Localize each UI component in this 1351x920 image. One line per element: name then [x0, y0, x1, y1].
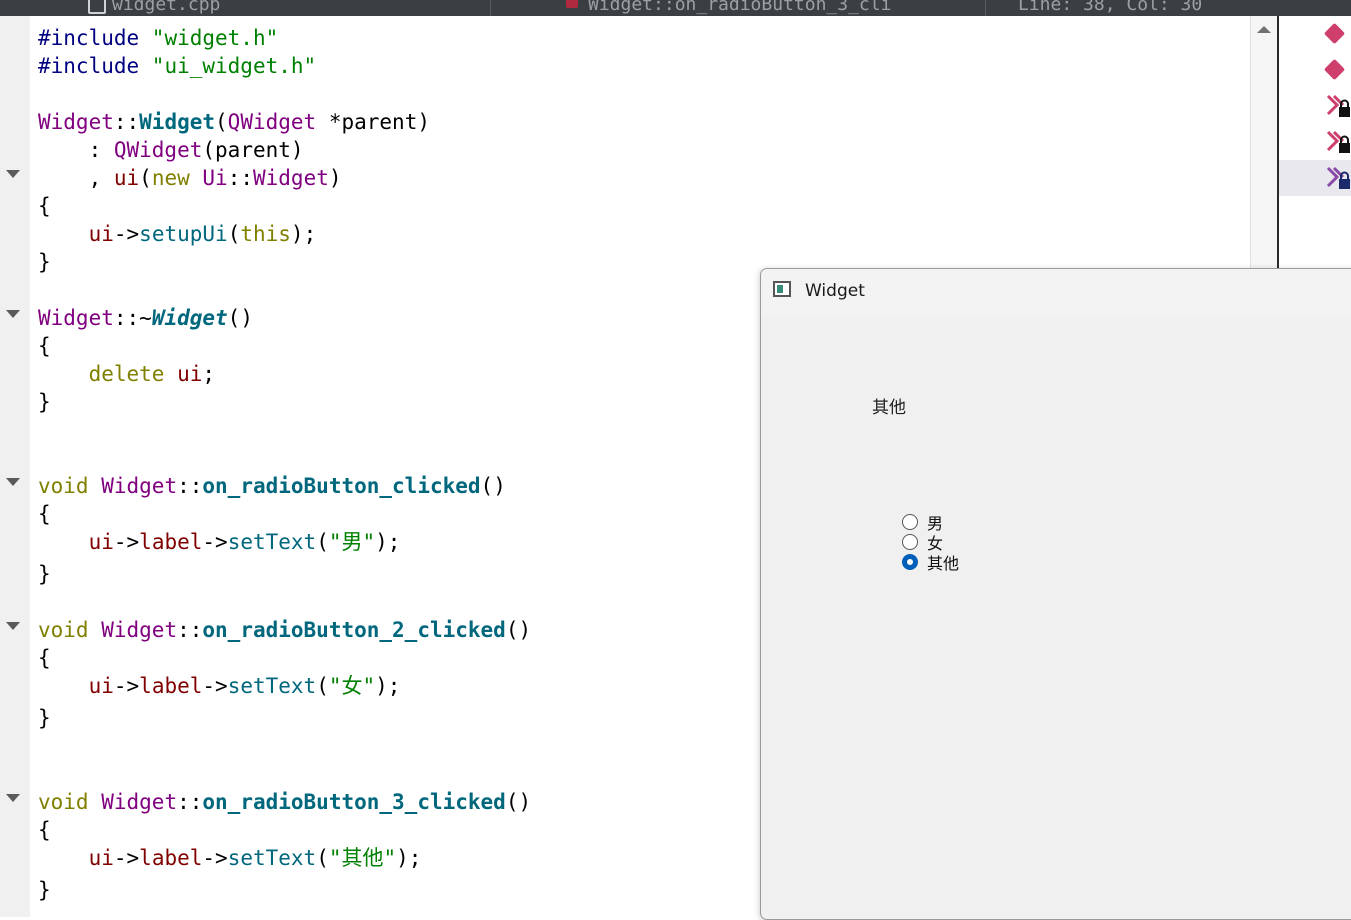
code-line: ui->label->setText("其他"); — [88, 846, 422, 870]
code-line: { — [38, 818, 51, 842]
code-line: #include "ui_widget.h" — [38, 54, 317, 78]
outline-panel — [1279, 16, 1351, 270]
locked-slot-icon — [1326, 94, 1350, 117]
code-line: void Widget::on_radioButton_3_clicked() — [38, 790, 532, 814]
code-line: , ui(new Ui::Widget) — [38, 166, 342, 190]
radio-button-male[interactable]: 男 — [902, 512, 943, 533]
radio-circle-checked-icon[interactable] — [902, 554, 918, 570]
fold-arrow-icon[interactable] — [6, 622, 20, 630]
code-line: } — [38, 390, 51, 414]
scroll-up-arrow-icon[interactable] — [1257, 26, 1271, 33]
locked-slot-icon — [1326, 130, 1350, 153]
app-window-icon — [773, 281, 791, 297]
locked-slot-icon — [1326, 166, 1350, 189]
code-line: #include "widget.h" — [38, 26, 279, 50]
editor-gutter — [0, 16, 30, 917]
outline-item-selected[interactable] — [1279, 160, 1351, 196]
cursor-position: Line: 38, Col: 30 — [1018, 0, 1203, 15]
code-line: } — [38, 706, 51, 730]
code-line: Widget::Widget(QWidget *parent) — [38, 110, 430, 134]
radio-button-other[interactable]: 其他 — [902, 550, 959, 574]
editor-tab-bar: widget.cpp Widget::on_radioButton_3_cli … — [0, 0, 1351, 16]
result-label: 其他 — [872, 398, 906, 418]
window-title: Widget — [805, 281, 865, 301]
code-line: Widget::~Widget() — [38, 306, 253, 330]
fold-arrow-icon[interactable] — [6, 794, 20, 802]
code-line: ui->setupUi(this); — [88, 222, 317, 246]
code-line: } — [38, 250, 51, 274]
code-line: } — [38, 562, 51, 586]
fold-arrow-icon[interactable] — [6, 310, 20, 318]
code-line: void Widget::on_radioButton_clicked() — [38, 474, 506, 498]
code-line: } — [38, 878, 51, 902]
outline-item[interactable] — [1279, 124, 1351, 160]
code-line: ui->label->setText("女"); — [88, 674, 401, 698]
function-diamond-icon — [1323, 58, 1346, 81]
file-tab[interactable]: widget.cpp — [112, 0, 220, 15]
radio-circle-icon[interactable] — [902, 534, 918, 550]
lock-icon — [566, 0, 578, 8]
fold-arrow-icon[interactable] — [6, 478, 20, 486]
outline-item[interactable] — [1279, 16, 1351, 52]
widget-window[interactable]: Widget 其他 男 女 其他 — [760, 268, 1351, 920]
function-tab[interactable]: Widget::on_radioButton_3_cli — [588, 0, 891, 15]
tab-separator — [985, 0, 986, 16]
radio-label[interactable]: 其他 — [927, 550, 959, 574]
tab-separator — [490, 0, 491, 16]
code-line: ui->label->setText("男"); — [88, 530, 401, 554]
radio-button-female[interactable]: 女 — [902, 532, 943, 553]
outline-item[interactable] — [1279, 88, 1351, 124]
file-icon — [88, 0, 106, 14]
code-line: { — [38, 334, 51, 358]
outline-item[interactable] — [1279, 52, 1351, 88]
fold-arrow-icon[interactable] — [6, 170, 20, 178]
code-line: { — [38, 646, 51, 670]
function-diamond-icon — [1323, 22, 1346, 45]
code-line: : QWidget(parent) — [38, 138, 304, 162]
code-line: { — [38, 194, 51, 218]
code-line: void Widget::on_radioButton_2_clicked() — [38, 618, 532, 642]
radio-circle-icon[interactable] — [902, 514, 918, 530]
code-line: delete ui; — [88, 362, 216, 386]
code-line: { — [38, 502, 51, 526]
window-titlebar[interactable]: Widget — [761, 269, 1351, 315]
editor-scrollbar[interactable] — [1250, 16, 1277, 270]
